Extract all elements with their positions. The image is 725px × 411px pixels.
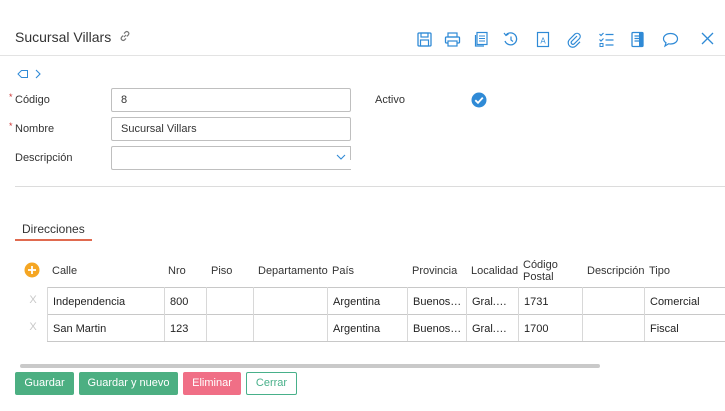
cell-nro[interactable]: 123 [170, 323, 188, 335]
section-divider [15, 186, 725, 187]
column-divider [253, 287, 254, 341]
row-divider [47, 341, 725, 342]
tag-icon[interactable] [17, 69, 29, 79]
delete-row-icon[interactable]: X [26, 320, 40, 334]
cell-codigo-postal[interactable]: 1700 [524, 323, 548, 335]
column-header-calle[interactable]: Calle [52, 265, 77, 277]
history-icon[interactable] [502, 31, 519, 48]
chevron-down-icon[interactable] [336, 153, 346, 161]
column-header-codigo-postal-line2: Postal [523, 271, 554, 283]
input-edge [350, 146, 351, 160]
cell-tipo[interactable]: Comercial [650, 296, 700, 308]
page-title: Sucursal Villars [15, 29, 112, 45]
cell-localidad[interactable]: Gral.… [472, 296, 507, 308]
delete-row-icon[interactable]: X [26, 293, 40, 307]
column-header-codigo-postal[interactable]: Código Postal [523, 259, 558, 283]
column-divider [164, 287, 165, 341]
cell-codigo-postal[interactable]: 1731 [524, 296, 548, 308]
attach-icon[interactable] [566, 31, 583, 48]
cell-localidad[interactable]: Gral.… [472, 323, 507, 335]
column-divider [518, 287, 519, 341]
column-divider [47, 287, 48, 341]
column-header-nro[interactable]: Nro [168, 265, 186, 277]
header-bar: Sucursal Villars A [0, 0, 725, 56]
column-header-piso[interactable]: Piso [211, 265, 232, 277]
required-marker: * [9, 121, 13, 131]
column-header-departamento[interactable]: Departamento [258, 265, 328, 277]
column-header-tipo[interactable]: Tipo [649, 265, 670, 277]
svg-text:A: A [540, 37, 546, 46]
cell-pais[interactable]: Argentina [333, 323, 380, 335]
copy-icon[interactable] [473, 31, 490, 48]
link-icon[interactable] [118, 29, 132, 43]
tab-label: Direcciones [22, 222, 85, 236]
cell-provincia[interactable]: Buenos… [413, 296, 461, 308]
nombre-input[interactable]: Sucursal Villars [111, 117, 351, 141]
cell-calle[interactable]: Independencia [53, 296, 125, 308]
descripcion-input[interactable] [111, 146, 351, 170]
column-divider [582, 287, 583, 341]
required-marker: * [9, 92, 13, 102]
descripcion-label: Descripción [15, 152, 73, 164]
column-header-provincia[interactable]: Provincia [412, 265, 457, 277]
column-divider [644, 287, 645, 341]
chat-icon[interactable] [662, 31, 679, 48]
activo-checkbox[interactable] [471, 92, 487, 108]
nombre-label: Nombre [15, 123, 55, 135]
codigo-label: Código [15, 94, 50, 106]
document-icon[interactable] [629, 31, 646, 48]
guardar-y-nuevo-button[interactable]: Guardar y nuevo [79, 372, 178, 395]
add-row-icon[interactable] [24, 262, 40, 278]
codigo-input[interactable]: 8 [111, 88, 351, 112]
close-icon[interactable] [699, 30, 716, 47]
eliminar-button[interactable]: Eliminar [183, 372, 241, 395]
cell-calle[interactable]: San Martin [53, 323, 106, 335]
cell-nro[interactable]: 800 [170, 296, 188, 308]
checklist-icon[interactable] [598, 31, 615, 48]
column-header-codigo-postal-line1: Código [523, 259, 558, 271]
column-header-descripcion[interactable]: Descripción [587, 265, 644, 277]
cell-tipo[interactable]: Fiscal [650, 323, 679, 335]
tab-direcciones[interactable]: Direcciones [15, 221, 92, 241]
column-header-pais[interactable]: País [332, 265, 354, 277]
cerrar-button[interactable]: Cerrar [246, 372, 297, 395]
print-icon[interactable] [444, 31, 461, 48]
row-divider [47, 314, 725, 315]
column-divider [407, 287, 408, 341]
row-divider [47, 287, 725, 288]
cell-provincia[interactable]: Buenos… [413, 323, 461, 335]
guardar-button[interactable]: Guardar [15, 372, 74, 395]
cell-pais[interactable]: Argentina [333, 296, 380, 308]
column-divider [466, 287, 467, 341]
activo-label: Activo [375, 94, 405, 106]
chevron-right-icon[interactable] [34, 69, 42, 79]
column-header-localidad[interactable]: Localidad [471, 265, 518, 277]
translate-icon[interactable]: A [535, 31, 552, 48]
save-icon[interactable] [416, 31, 433, 48]
column-divider [327, 287, 328, 341]
column-divider [206, 287, 207, 341]
horizontal-scrollbar[interactable] [20, 364, 600, 368]
